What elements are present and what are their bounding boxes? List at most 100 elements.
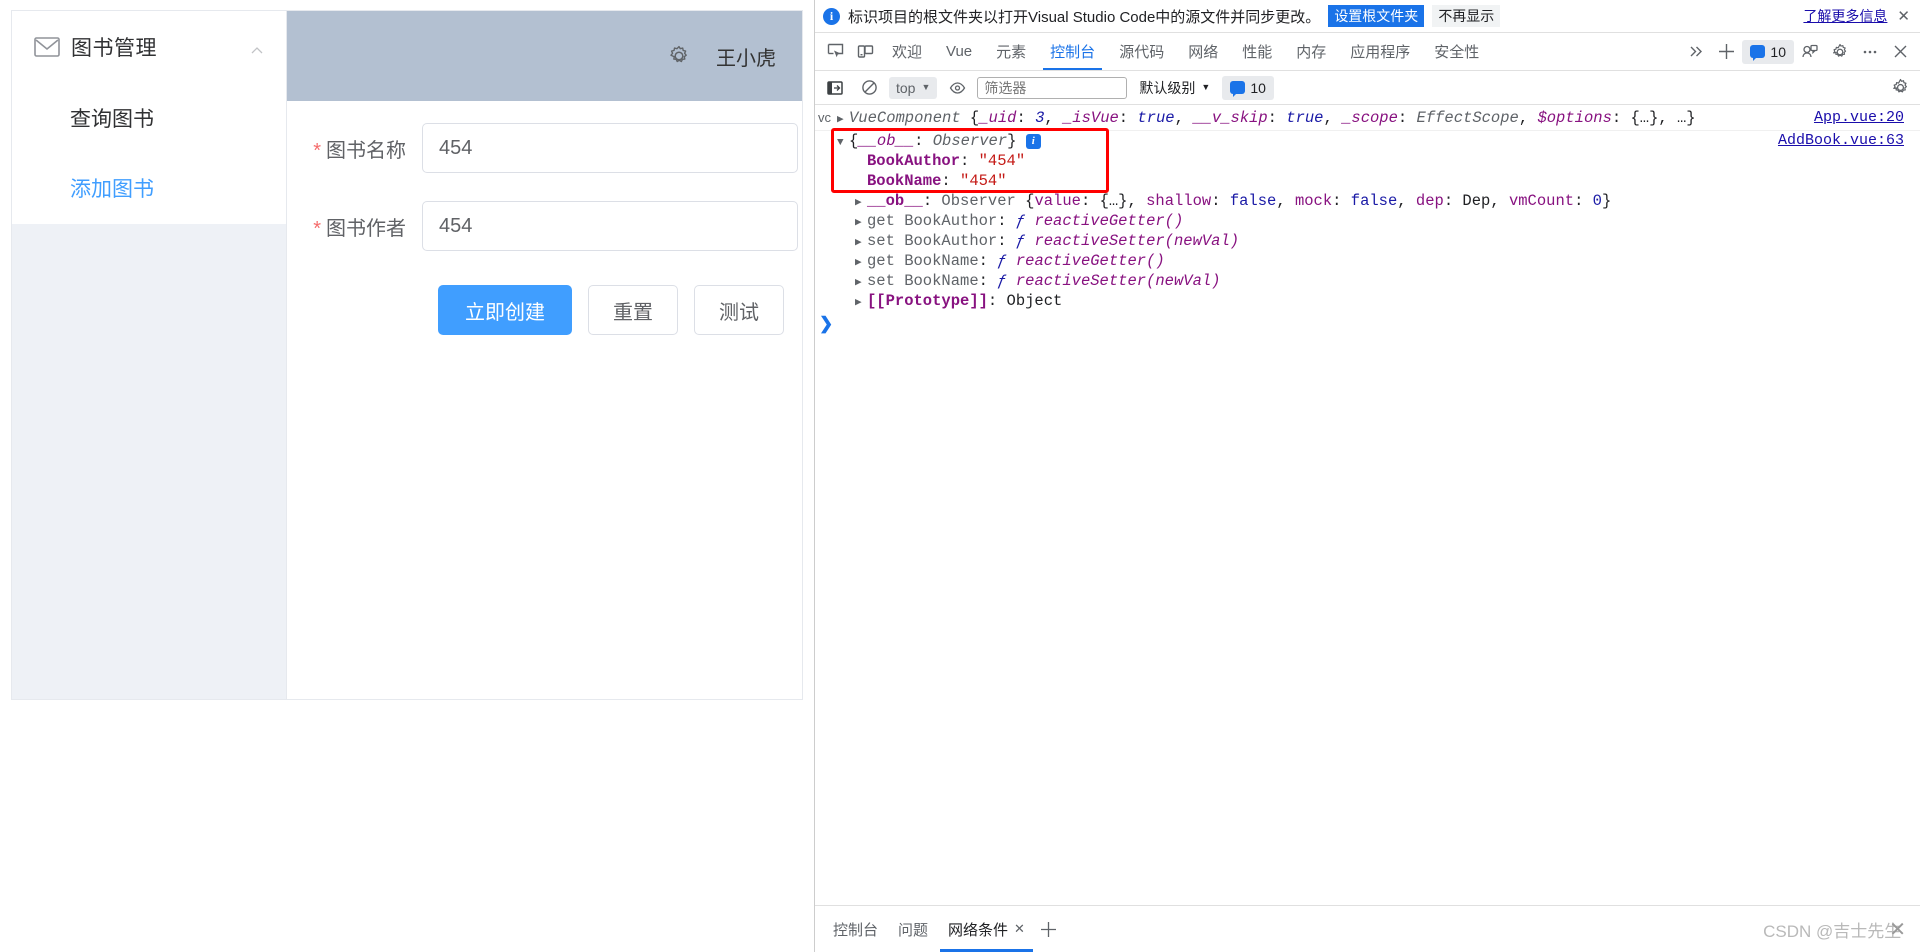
console-token: : [987, 292, 1007, 310]
sidebar-item-label: 查询图书 [70, 108, 154, 131]
collapsed-triangle-icon[interactable]: ▶ [855, 295, 867, 309]
drawer-tab-issues[interactable]: 问题 [888, 912, 938, 946]
collapsed-triangle-icon[interactable]: ▶ [855, 255, 867, 269]
tab-memory[interactable]: 内存 [1285, 34, 1337, 70]
tab-performance[interactable]: 性能 [1231, 34, 1283, 70]
set-root-folder-button[interactable]: 设置根文件夹 [1328, 5, 1425, 27]
collapsed-triangle-icon[interactable]: ▶ [855, 195, 867, 209]
console-token: : [997, 232, 1016, 250]
inspect-element-icon[interactable] [821, 38, 849, 66]
devices-icon[interactable] [1796, 38, 1824, 66]
close-icon[interactable]: ✕ [1895, 7, 1912, 25]
console-row[interactable]: vc ▶ VueComponent {_uid: 3, _isVue: true,… [815, 105, 1920, 131]
sidebar: 图书管理 查询图书 添加图书 [12, 11, 287, 699]
console-token: : [941, 172, 961, 190]
console-row-body: ▶ set BookAuthor: ƒ reactiveSetter(newVa… [837, 232, 1920, 250]
console-row[interactable]: ▼ {__ob__: Observer} i AddBook.vue:63 [815, 131, 1920, 151]
console-row[interactable]: ▶ set BookName: ƒ reactiveSetter(newVal) [815, 271, 1920, 291]
console-token: : [922, 192, 942, 210]
console-row[interactable]: ▶ set BookAuthor: ƒ reactiveSetter(newVa… [815, 231, 1920, 251]
learn-more-link[interactable]: 了解更多信息 [1803, 6, 1887, 26]
console-row[interactable]: ▶ [[Prototype]]: Object [815, 291, 1920, 311]
gear-icon[interactable] [668, 45, 690, 67]
collapsed-triangle-icon[interactable]: ▶ [855, 235, 867, 249]
console-token: : [1267, 108, 1287, 127]
console-token: true [1137, 108, 1175, 127]
console-token: : [978, 272, 998, 290]
console-token: : [1574, 192, 1593, 210]
execution-context-select[interactable]: top ▼ [889, 76, 938, 99]
live-expression-icon[interactable] [943, 74, 971, 102]
settings-gear-icon[interactable] [1826, 38, 1854, 66]
tab-vue[interactable]: Vue [935, 34, 983, 70]
console-row[interactable]: ▶ __ob__: Observer {value: {…}, shallow:… [815, 191, 1920, 211]
close-devtools-icon[interactable] [1886, 38, 1914, 66]
book-author-input[interactable] [422, 201, 798, 251]
console-source-link[interactable]: AddBook.vue:63 [1778, 132, 1920, 149]
clear-console-icon[interactable] [855, 74, 883, 102]
book-name-input[interactable] [422, 123, 798, 173]
sidebar-group-label: 图书管理 [71, 37, 157, 60]
console-row-body: ▶ get BookName: ƒ reactiveGetter() [837, 252, 1920, 270]
console-prompt[interactable]: ❯ [815, 311, 1920, 337]
test-button[interactable]: 测试 [694, 285, 784, 335]
sidebar-group-book-management[interactable]: 图书管理 [12, 11, 286, 83]
expanded-triangle-icon[interactable]: ▼ [837, 137, 849, 149]
console-token: , …} [1658, 108, 1696, 127]
tab-sources[interactable]: 源代码 [1108, 34, 1175, 70]
drawer-tab-label: 控制台 [833, 921, 879, 939]
form-label-book-author: * 图书作者 [287, 212, 422, 241]
console-row[interactable]: ▶ get BookAuthor: ƒ reactiveGetter() [815, 211, 1920, 231]
username-label[interactable]: 王小虎 [716, 42, 780, 71]
tab-security[interactable]: 安全性 [1423, 34, 1490, 70]
console-token: : [914, 132, 933, 150]
close-icon[interactable]: ✕ [1014, 921, 1025, 937]
collapsed-triangle-icon[interactable]: ▶ [855, 215, 867, 229]
console-row-body: ▶ [[Prototype]]: Object [837, 292, 1920, 310]
plus-icon[interactable] [1035, 915, 1063, 943]
console-row[interactable]: BookName: "454" [815, 171, 1920, 191]
collapsed-triangle-icon[interactable]: ▶ [855, 275, 867, 289]
tab-console[interactable]: 控制台 [1039, 34, 1106, 70]
chevron-up-icon[interactable] [250, 40, 264, 54]
plus-icon[interactable] [1712, 38, 1740, 66]
console-row[interactable]: BookAuthor: "454" [815, 151, 1920, 171]
notification-message: 标识项目的根文件夹以打开Visual Studio Code中的源文件并同步更改… [848, 8, 1321, 26]
console-token: dep [1415, 192, 1444, 210]
console-output[interactable]: vc ▶ VueComponent {_uid: 3, _isVue: true,… [815, 105, 1920, 905]
drawer-tab-console[interactable]: 控制台 [823, 912, 888, 946]
console-token: vmCount [1508, 192, 1575, 210]
console-issues-badge[interactable]: 10 [1222, 75, 1274, 100]
drawer-tab-network-conditions[interactable]: 网络条件 ✕ [938, 912, 1035, 952]
console-row-body: ▶ VueComponent {_uid: 3, _isVue: true, _… [837, 109, 1814, 127]
sidebar-item-add-book[interactable]: 添加图书 [12, 153, 286, 223]
tab-network[interactable]: 网络 [1177, 34, 1229, 70]
more-options-icon[interactable] [1856, 38, 1884, 66]
console-token: { [969, 108, 980, 127]
sidebar-menu: 图书管理 查询图书 添加图书 [12, 11, 286, 223]
tab-elements[interactable]: 元素 [985, 34, 1037, 70]
create-button[interactable]: 立即创建 [438, 285, 572, 335]
reset-button[interactable]: 重置 [588, 285, 678, 335]
console-row[interactable]: ▶ get BookName: ƒ reactiveGetter() [815, 251, 1920, 271]
console-token: __v_skip [1193, 108, 1268, 127]
collapsed-triangle-icon[interactable]: ▶ [837, 112, 849, 126]
chevron-down-icon: ▼ [921, 82, 931, 92]
console-filter-input[interactable] [977, 76, 1128, 99]
sidebar-item-query-books[interactable]: 查询图书 [12, 83, 286, 153]
tab-welcome[interactable]: 欢迎 [881, 34, 933, 70]
console-sidebar-icon[interactable] [821, 74, 849, 102]
console-token: 3 [1035, 108, 1045, 127]
info-badge-icon[interactable]: i [1025, 134, 1041, 149]
tab-label: 控制台 [1050, 44, 1096, 61]
sidebar-item-label: 添加图书 [70, 178, 154, 201]
console-source-link[interactable]: App.vue:20 [1814, 109, 1920, 126]
issues-badge[interactable]: 10 [1742, 39, 1794, 64]
settings-gear-icon[interactable] [1886, 74, 1914, 102]
log-level-select[interactable]: 默认级别 ▼ [1133, 77, 1216, 99]
dont-show-again-button[interactable]: 不再显示 [1432, 5, 1501, 27]
tab-application[interactable]: 应用程序 [1339, 34, 1421, 70]
device-toolbar-icon[interactable] [851, 38, 879, 66]
console-token: , [1276, 192, 1295, 210]
chevrons-right-icon[interactable] [1682, 38, 1710, 66]
